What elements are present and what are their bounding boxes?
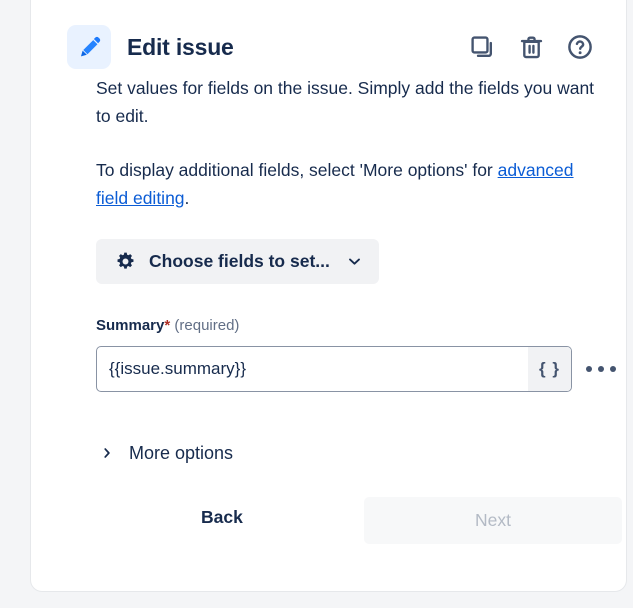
description-paragraph-2-suffix: .	[184, 188, 190, 208]
choose-fields-button[interactable]: Choose fields to set...	[96, 239, 379, 284]
ellipsis-dot	[586, 366, 592, 372]
edit-issue-card: Edit issue Set values for fields on the …	[30, 0, 627, 592]
choose-fields-label: Choose fields to set...	[149, 251, 330, 271]
page-title: Edit issue	[127, 33, 234, 60]
ellipsis-dot	[598, 366, 604, 372]
header-actions	[467, 32, 595, 62]
more-options-toggle[interactable]: More options	[99, 439, 233, 467]
card-header: Edit issue	[67, 19, 595, 75]
chevron-down-icon	[346, 253, 363, 270]
description-paragraph-1: Set values for fields on the issue. Simp…	[96, 78, 595, 126]
required-hint: (required)	[174, 317, 240, 334]
summary-label-text: Summary	[96, 317, 165, 334]
description-paragraph-2: To display additional fields, select 'Mo…	[96, 156, 608, 212]
description-paragraph-2-prefix: To display additional fields, select 'Mo…	[96, 160, 498, 180]
summary-input[interactable]	[97, 347, 528, 391]
screen-root: Edit issue Set values for fields on the …	[0, 0, 633, 608]
gear-icon	[114, 251, 136, 273]
required-asterisk: *	[164, 317, 171, 334]
pencil-icon	[67, 25, 111, 69]
ellipsis-icon[interactable]	[582, 357, 620, 381]
next-button[interactable]: Next	[364, 497, 622, 544]
help-icon[interactable]	[565, 32, 595, 62]
smart-values-button[interactable]: { }	[528, 347, 571, 391]
duplicate-icon[interactable]	[467, 32, 497, 62]
delete-icon[interactable]	[516, 32, 546, 62]
chevron-right-icon	[99, 446, 115, 460]
back-button[interactable]: Back	[201, 507, 243, 528]
summary-field-label: Summary* (required)	[96, 317, 239, 334]
more-options-label: More options	[129, 442, 234, 463]
ellipsis-dot	[610, 366, 616, 372]
summary-input-wrapper: { }	[96, 346, 572, 392]
